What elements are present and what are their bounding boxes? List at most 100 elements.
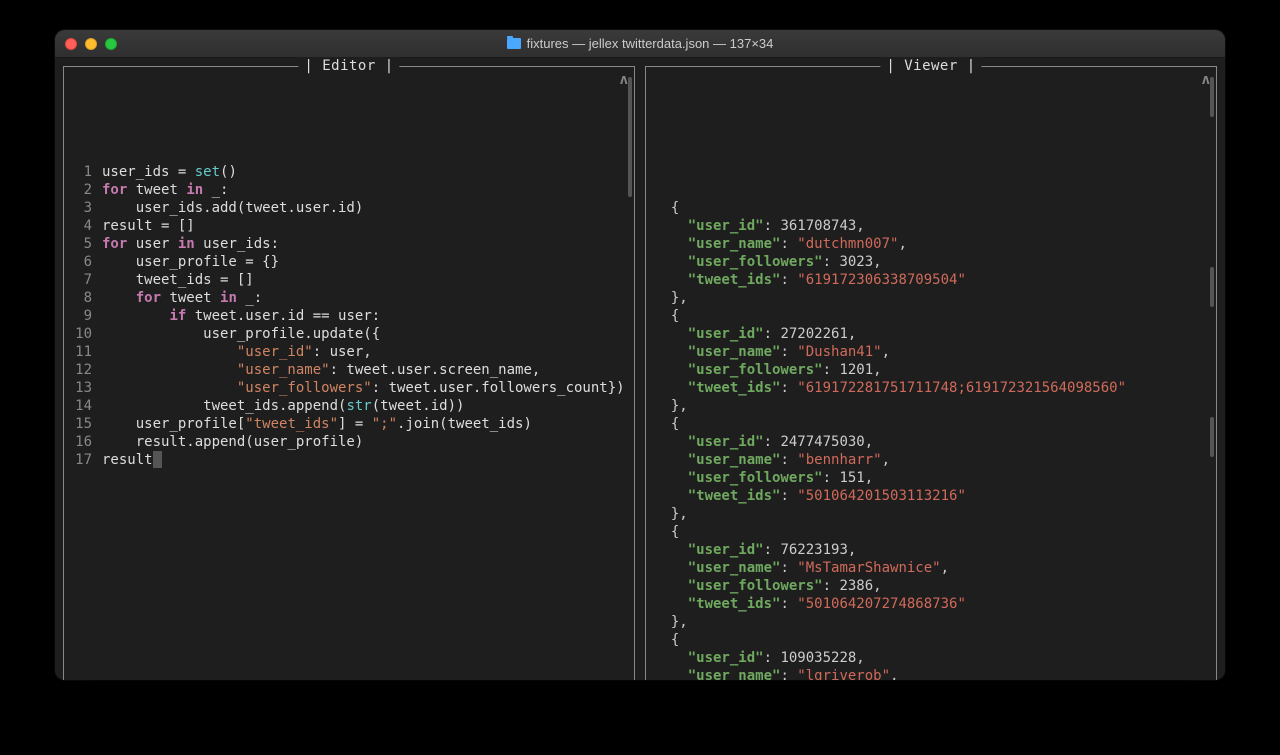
viewer-line: { — [654, 523, 1208, 541]
line-number: 9 — [72, 307, 102, 325]
json-token — [654, 578, 688, 594]
code-token: = — [178, 164, 195, 180]
json-token: : — [780, 560, 797, 576]
minimize-button[interactable] — [85, 38, 97, 50]
json-token: { — [654, 632, 679, 648]
json-token — [654, 668, 688, 680]
viewer-line: "user_id": 109035228, — [654, 649, 1208, 667]
json-token: { — [654, 308, 679, 324]
code-token: "tweet_ids" — [245, 416, 338, 432]
code-token: in — [186, 182, 203, 198]
code-token: result — [102, 452, 153, 468]
line-number: 12 — [72, 361, 102, 379]
zoom-button[interactable] — [105, 38, 117, 50]
viewer-line: "tweet_ids": "619172281751711748;6191723… — [654, 379, 1208, 397]
viewer-line: { — [654, 415, 1208, 433]
line-number: 16 — [72, 433, 102, 451]
editor-scrollbar-thumb[interactable] — [628, 77, 632, 197]
code-token: for — [136, 290, 161, 306]
json-token: , — [898, 236, 906, 252]
viewer-line: "user_name": "bennharr", — [654, 451, 1208, 469]
code-token: set — [195, 164, 220, 180]
viewer-line: }, — [654, 289, 1208, 307]
json-token: , — [865, 470, 873, 486]
terminal-window: fixtures — jellex twitterdata.json — 137… — [55, 30, 1225, 680]
json-token: : — [823, 254, 840, 270]
json-token: 76223193 — [780, 542, 847, 558]
line-number: 10 — [72, 325, 102, 343]
code-token: tweet_ids.append( — [102, 398, 346, 414]
json-token: "bennharr" — [797, 452, 881, 468]
code-token: == — [313, 308, 338, 324]
json-token: "501064201503113216" — [797, 488, 966, 504]
code-token: user_ids — [102, 164, 178, 180]
json-token: }, — [654, 290, 688, 306]
viewer-content[interactable]: ʌ v { "user_id": 361708743, "user_name":… — [646, 67, 1216, 680]
line-number: 14 — [72, 397, 102, 415]
viewer-scrollbar-thumb-top[interactable] — [1210, 77, 1214, 117]
json-token: "user_id" — [688, 650, 764, 666]
editor-line: 2for tweet in _: — [72, 181, 626, 199]
json-token: "user_followers" — [688, 254, 823, 270]
json-token: "tweet_ids" — [688, 488, 781, 504]
line-number: 17 — [72, 451, 102, 469]
code-token: ] — [338, 416, 355, 432]
json-token: : — [780, 452, 797, 468]
json-token: "user_id" — [688, 218, 764, 234]
code-token: tweet_ids — [102, 272, 220, 288]
editor-line: 15 user_profile["tweet_ids"] = ";".join(… — [72, 415, 626, 433]
json-token: : — [780, 668, 797, 680]
json-token: "619172281751711748;619172321564098560" — [797, 380, 1126, 396]
line-number: 6 — [72, 253, 102, 271]
json-token — [654, 452, 688, 468]
code-token: = {} — [245, 254, 279, 270]
viewer-pane[interactable]: | Viewer | ʌ v { "user_id": 361708743, "… — [645, 66, 1217, 680]
editor-line: 9 if tweet.user.id == user: — [72, 307, 626, 325]
json-token — [654, 650, 688, 666]
editor-line: 6 user_profile = {} — [72, 253, 626, 271]
scroll-up-icon[interactable]: ʌ — [620, 71, 628, 89]
json-token — [654, 344, 688, 360]
window-titlebar: fixtures — jellex twitterdata.json — 137… — [55, 30, 1225, 58]
scroll-up-icon[interactable]: ʌ — [1202, 71, 1210, 89]
editor-line: 13 "user_followers": tweet.user.follower… — [72, 379, 626, 397]
viewer-line: "user_followers": 1201, — [654, 361, 1208, 379]
json-token: , — [882, 344, 890, 360]
editor-content[interactable]: ʌ v 1user_ids = set()2for tweet in _:3 u… — [64, 67, 634, 680]
viewer-scrollbar-thumb-mid1[interactable] — [1210, 267, 1214, 307]
json-token: : — [823, 362, 840, 378]
line-number: 7 — [72, 271, 102, 289]
json-token: , — [856, 218, 864, 234]
code-token: ";" — [372, 416, 397, 432]
json-token: , — [873, 362, 881, 378]
editor-line: 4result = [] — [72, 217, 626, 235]
line-number: 11 — [72, 343, 102, 361]
code-token: : user, — [313, 344, 372, 360]
code-token: user_profile — [102, 254, 245, 270]
json-token — [654, 362, 688, 378]
code-token: tweet.user.id — [186, 308, 312, 324]
json-token: 2477475030 — [780, 434, 864, 450]
json-token: }, — [654, 614, 688, 630]
viewer-scrollbar-thumb-mid2[interactable] — [1210, 417, 1214, 457]
json-token: : — [823, 578, 840, 594]
code-token: tweet — [161, 290, 220, 306]
code-token: user_ids: — [195, 236, 279, 252]
code-token: user — [127, 236, 178, 252]
code-token: _: — [237, 290, 262, 306]
viewer-line: "tweet_ids": "501064201503113216" — [654, 487, 1208, 505]
viewer-line: "user_name": "lgriverob", — [654, 667, 1208, 680]
code-token: in — [220, 290, 237, 306]
json-token — [654, 236, 688, 252]
close-button[interactable] — [65, 38, 77, 50]
line-number: 3 — [72, 199, 102, 217]
json-token: "MsTamarShawnice" — [797, 560, 940, 576]
json-token: 361708743 — [780, 218, 856, 234]
json-token: , — [848, 542, 856, 558]
viewer-line: "user_id": 76223193, — [654, 541, 1208, 559]
json-token: : — [780, 488, 797, 504]
editor-pane[interactable]: | Editor | ʌ v 1user_ids = set()2for twe… — [63, 66, 635, 680]
json-token: "user_name" — [688, 344, 781, 360]
json-token — [654, 326, 688, 342]
code-token: result — [102, 218, 161, 234]
